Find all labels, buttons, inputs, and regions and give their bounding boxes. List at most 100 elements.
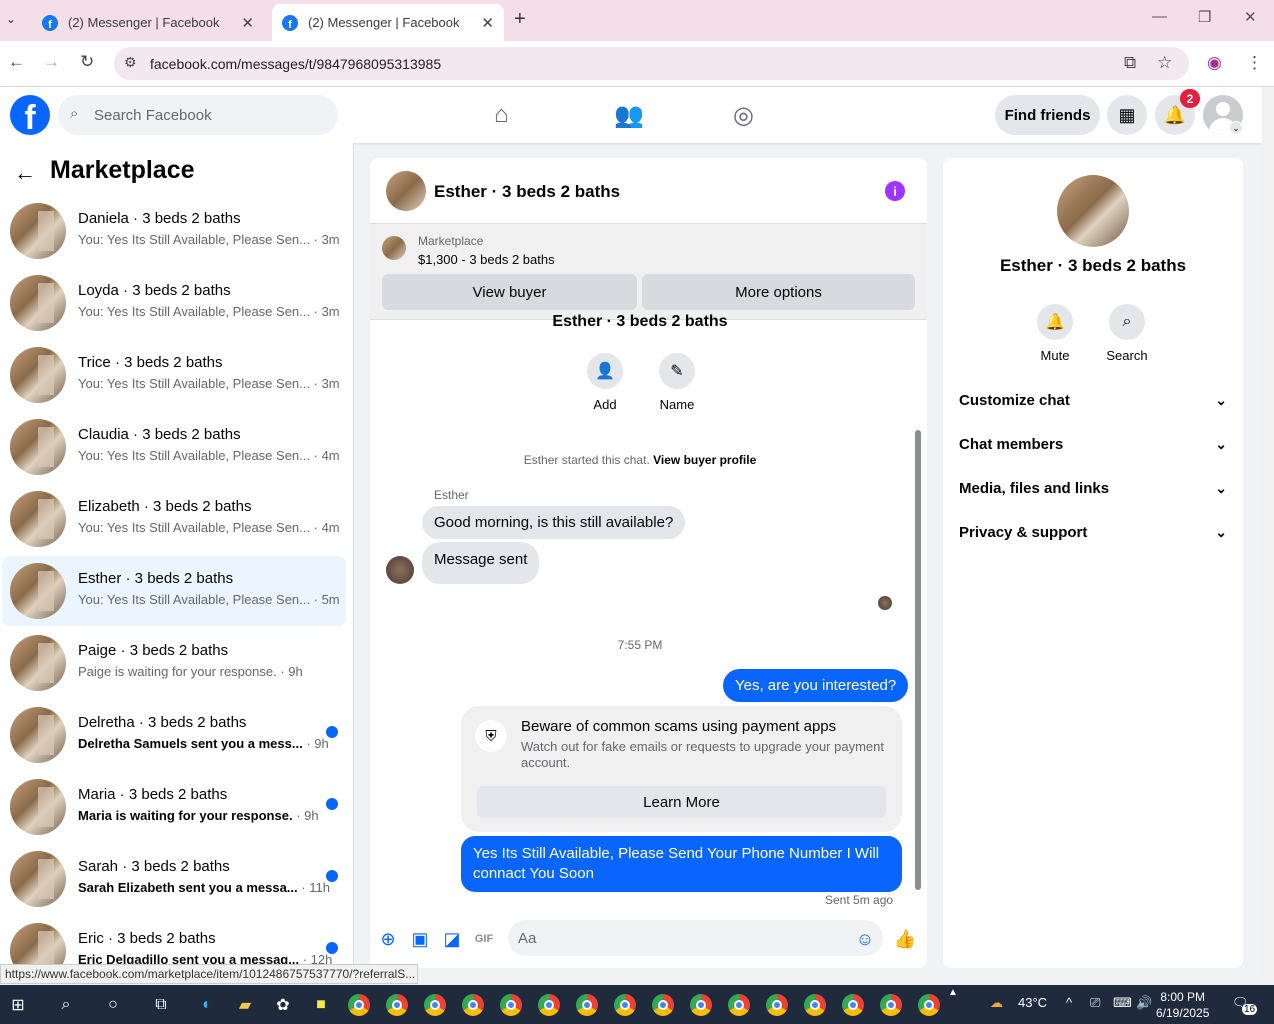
site-info-icon[interactable]: ⚙	[124, 54, 137, 71]
file-explorer-icon[interactable]: ▰	[233, 993, 257, 1017]
tray-scroll-up-icon[interactable]: ▲	[948, 987, 958, 998]
conversation-item[interactable]: Claudia · 3 beds 2 baths You: Yes Its Sti…	[2, 412, 346, 482]
restore-icon[interactable]: ❐	[1198, 8, 1211, 26]
chrome-taskbar-icon[interactable]	[575, 993, 599, 1017]
chrome-taskbar-icon[interactable]	[461, 993, 485, 1017]
taskbar-search-icon[interactable]: ⌕	[54, 993, 78, 1017]
facebook-search-input[interactable]: ⌕ Search Facebook	[58, 95, 338, 135]
outgoing-message[interactable]: Yes, are you interested?	[723, 669, 909, 702]
reload-icon[interactable]: ↻	[80, 52, 94, 72]
photo-icon[interactable]: ▣	[409, 928, 431, 950]
chrome-taskbar-icon[interactable]	[803, 993, 827, 1017]
browser-tab-1[interactable]: f (2) Messenger | Facebook ✕	[32, 4, 264, 41]
chrome-taskbar-icon[interactable]	[499, 993, 523, 1017]
add-action[interactable]: 👤 Add	[575, 353, 635, 412]
chrome-taskbar-icon[interactable]	[347, 993, 371, 1017]
gif-icon[interactable]: GIF	[473, 928, 495, 950]
conversation-item[interactable]: Sarah · 3 beds 2 baths Sarah Elizabeth se…	[2, 844, 346, 914]
chrome-taskbar-icon[interactable]	[917, 993, 941, 1017]
media-files-links-section[interactable]: Media, files and links ⌄	[959, 466, 1227, 510]
find-friends-button[interactable]: Find friends	[995, 95, 1100, 135]
meet-now-icon[interactable]: ⎚	[1090, 995, 1100, 1011]
conversation-item[interactable]: Elizabeth · 3 beds 2 baths You: Yes Its S…	[2, 484, 346, 554]
conversation-item[interactable]: Trice · 3 beds 2 baths You: Yes Its Still…	[2, 340, 346, 410]
chat-title[interactable]: Esther · 3 beds 2 baths	[434, 182, 620, 202]
chat-scrollbar-thumb[interactable]	[915, 430, 921, 890]
account-chevron-icon[interactable]: ⌄	[1229, 121, 1243, 135]
sticky-notes-icon[interactable]: ■	[309, 993, 333, 1017]
learn-more-button[interactable]: Learn More	[477, 786, 886, 818]
forward-icon[interactable]: →	[43, 52, 60, 72]
volume-icon[interactable]: 🔊	[1136, 995, 1152, 1011]
outgoing-message[interactable]: Yes Its Still Available, Please Send You…	[461, 836, 902, 892]
message-input[interactable]: Aa	[508, 920, 883, 956]
minimize-icon[interactable]: —	[1152, 8, 1167, 25]
conversation-item[interactable]: Loyda · 3 beds 2 baths You: Yes Its Still…	[2, 268, 346, 338]
close-window-icon[interactable]: ✕	[1244, 8, 1257, 26]
customize-chat-section[interactable]: Customize chat ⌄	[959, 378, 1227, 422]
chrome-taskbar-icon[interactable]	[727, 993, 751, 1017]
listing-thumbnail[interactable]	[382, 236, 406, 260]
bookmark-star-icon[interactable]: ☆	[1157, 53, 1172, 73]
search-action[interactable]: ⌕ Search	[1097, 304, 1157, 363]
paint-icon[interactable]: ✿	[271, 993, 295, 1017]
url-bar[interactable]: ⚙ facebook.com/messages/t/98479680953139…	[114, 47, 1189, 80]
chrome-taskbar-icon[interactable]	[765, 993, 789, 1017]
chrome-taskbar-icon[interactable]	[689, 993, 713, 1017]
info-icon[interactable]: i	[885, 181, 905, 201]
more-options-button[interactable]: More options	[642, 274, 915, 310]
mute-action[interactable]: 🔔 Mute	[1025, 304, 1085, 363]
chat-avatar[interactable]	[386, 171, 426, 211]
install-app-icon[interactable]: ⧉	[1124, 53, 1136, 73]
thumbs-up-icon[interactable]: 👍	[894, 928, 916, 950]
view-buyer-button[interactable]: View buyer	[382, 274, 637, 310]
emoji-icon[interactable]: ☺	[854, 928, 876, 950]
close-tab-icon[interactable]: ✕	[241, 14, 254, 32]
facebook-logo-icon[interactable]: f	[10, 95, 50, 135]
conversation-item[interactable]: Paige · 3 beds 2 baths Paige is waiting f…	[2, 628, 346, 698]
chrome-taskbar-icon[interactable]	[651, 993, 675, 1017]
conversation-item[interactable]: Delretha · 3 beds 2 baths Delretha Samuel…	[2, 700, 346, 770]
show-hidden-icons-icon[interactable]: ^	[1066, 995, 1072, 1010]
conversation-item[interactable]: Maria · 3 beds 2 baths Maria is waiting f…	[2, 772, 346, 842]
menu-dots-icon[interactable]: ⋮	[1246, 53, 1263, 73]
chrome-taskbar-icon[interactable]	[385, 993, 409, 1017]
browser-tab-2[interactable]: f (2) Messenger | Facebook ✕	[272, 4, 504, 41]
conversation-item[interactable]: Daniela · 3 beds 2 baths You: Yes Its Sti…	[2, 196, 346, 266]
name-action[interactable]: ✎ Name	[647, 353, 707, 412]
task-view-icon[interactable]: ⧉	[149, 993, 173, 1017]
taskbar-clock[interactable]: 8:00 PM 6/19/2025	[1156, 989, 1209, 1021]
details-avatar[interactable]	[1057, 175, 1129, 247]
edge-icon[interactable]: ◐	[195, 993, 219, 1017]
new-tab-icon[interactable]: +	[514, 8, 526, 31]
back-arrow-icon[interactable]: ←	[14, 160, 36, 186]
page-scrollbar[interactable]	[1262, 87, 1274, 977]
privacy-support-section[interactable]: Privacy & support ⌄	[959, 510, 1227, 554]
chat-members-section[interactable]: Chat members ⌄	[959, 422, 1227, 466]
weather-temperature[interactable]: 43°C	[1018, 995, 1047, 1010]
view-buyer-profile-link[interactable]: View buyer profile	[653, 453, 756, 467]
profile-icon[interactable]: ◉	[1207, 53, 1222, 73]
plus-circle-icon[interactable]: ⊕	[377, 928, 399, 950]
listing-price[interactable]: $1,300 - 3 beds 2 baths	[418, 252, 555, 267]
friends-icon[interactable]: 👥	[614, 101, 644, 130]
weather-icon[interactable]: ☁	[990, 995, 1003, 1011]
chrome-taskbar-icon[interactable]	[841, 993, 865, 1017]
network-icon[interactable]: ⌨	[1113, 995, 1132, 1011]
chrome-taskbar-icon[interactable]	[613, 993, 637, 1017]
home-icon[interactable]: ⌂	[494, 101, 509, 129]
chrome-taskbar-icon[interactable]	[423, 993, 447, 1017]
groups-icon[interactable]: ◎	[733, 101, 754, 130]
chrome-taskbar-icon[interactable]	[537, 993, 561, 1017]
conversation-item[interactable]: Eric · 3 beds 2 baths Eric Delgadillo sen…	[2, 916, 346, 969]
chrome-taskbar-icon[interactable]	[879, 993, 903, 1017]
incoming-message[interactable]: Good morning, is this still available?	[422, 506, 686, 539]
close-tab-icon[interactable]: ✕	[481, 14, 494, 32]
sticker-icon[interactable]: ◪	[441, 928, 463, 950]
sender-avatar[interactable]	[386, 556, 414, 584]
conversation-item[interactable]: Esther · 3 beds 2 baths You: Yes Its Stil…	[2, 556, 346, 626]
back-icon[interactable]: ←	[8, 52, 25, 72]
cortana-icon[interactable]: ○	[101, 993, 125, 1017]
windows-start-icon[interactable]: ⊞	[6, 993, 30, 1017]
incoming-message[interactable]: Message sent	[422, 542, 540, 584]
